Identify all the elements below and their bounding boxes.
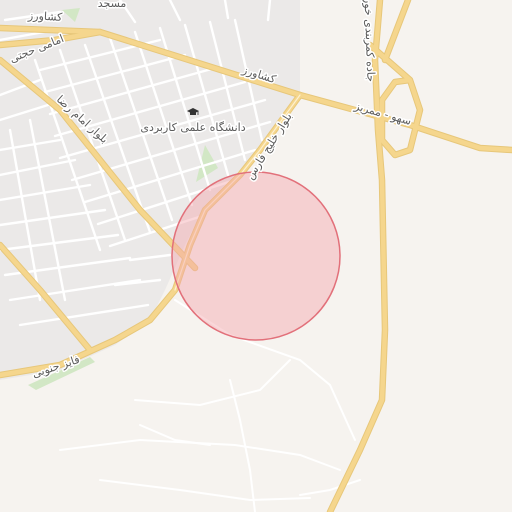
label-university: دانشگاه علمی کاربردی bbox=[140, 121, 245, 134]
map-canvas: مسجد کشاورز امامی حجتی بلوار امام رضا دا… bbox=[0, 0, 512, 512]
label-keshavarz-top: کشاورز bbox=[27, 9, 64, 24]
label-masjed: مسجد bbox=[98, 0, 127, 10]
selected-location-circle[interactable] bbox=[171, 171, 341, 341]
map-view[interactable]: مسجد کشاورز امامی حجتی بلوار امام رضا دا… bbox=[0, 0, 512, 512]
